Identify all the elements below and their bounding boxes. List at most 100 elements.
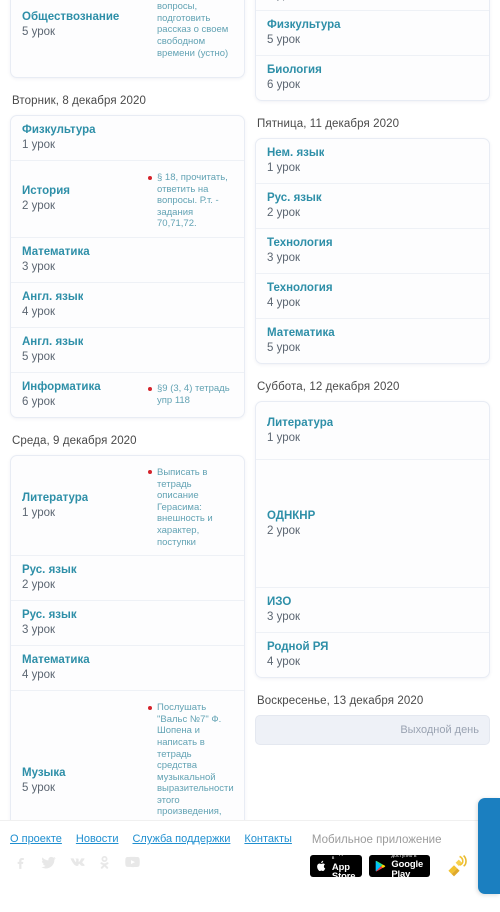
homework-text: §9 (3, 4) тетрадь упр 118 — [157, 383, 230, 406]
lesson-subject: Математика — [22, 245, 90, 258]
lesson-number: 4 урок — [267, 297, 301, 309]
schedule-column-right: География 4 урок Физкультура 5 урок — [255, 0, 490, 820]
lesson-main: Информатика 6 урок — [22, 380, 101, 410]
lesson-main: Математика 3 урок — [22, 245, 90, 275]
lesson-row[interactable]: Технология 4 урок — [256, 274, 489, 319]
day-card-tuesday: Физкультура 1 урок История 2 урок § 18, … — [10, 115, 245, 418]
lesson-main: Математика 4 урок — [22, 653, 90, 683]
site-footer: О проекте Новости Служба поддержки Конта… — [0, 820, 500, 912]
lesson-row[interactable]: Математика 3 урок — [11, 238, 244, 283]
lesson-number: 5 урок — [22, 350, 56, 363]
chat-support-tab[interactable] — [478, 798, 500, 894]
lesson-main: Обществознание 5 урок — [22, 10, 119, 40]
lesson-row[interactable]: Информатика 6 урок §9 (3, 4) тетрадь упр… — [11, 373, 244, 417]
lesson-row[interactable]: География 4 урок — [256, 0, 489, 11]
lesson-subject: Биология — [267, 64, 322, 76]
lesson-row[interactable]: Нем. язык 1 урок — [256, 139, 489, 184]
lesson-number: 5 урок — [22, 782, 56, 795]
lesson-number: 2 урок — [267, 524, 301, 537]
footer-links: О проекте Новости Служба поддержки Конта… — [10, 833, 292, 845]
facebook-icon[interactable] — [12, 854, 29, 871]
lesson-row[interactable]: Биология 6 урок — [256, 56, 489, 100]
lesson-main: Литература 1 урок — [267, 416, 333, 446]
google-play-big-label: Google Play — [391, 858, 424, 879]
award-ribbon-icon — [445, 854, 471, 878]
app-store-small-label: Загрузите в — [331, 850, 355, 861]
lesson-row[interactable]: Рус. язык 3 урок — [11, 601, 244, 647]
lesson-main: ОДНКНР 2 урок — [267, 509, 315, 539]
lesson-subject: Физкультура — [22, 124, 96, 136]
lesson-number: 2 урок — [22, 579, 56, 592]
lesson-main: Англ. язык 4 урок — [22, 290, 83, 320]
lesson-row[interactable]: Математика 5 урок — [256, 319, 489, 363]
lesson-subject: Литература — [22, 491, 89, 504]
day-group-sunday: Воскресенье, 13 декабря 2020 Выходной де… — [255, 694, 490, 745]
lesson-row[interactable]: Физкультура 5 урок — [256, 11, 489, 56]
lesson-subject: Литература — [267, 416, 334, 429]
footer-link-news[interactable]: Новости — [76, 833, 119, 845]
lesson-row[interactable]: Рус. язык 2 урок — [11, 556, 244, 602]
lesson-subject: История — [22, 184, 70, 197]
lesson-row[interactable]: ОДНКНР 2 урок — [256, 460, 489, 588]
day-card-thursday: География 4 урок Физкультура 5 урок — [255, 0, 490, 101]
lesson-row[interactable]: История 2 урок § 18, прочитать, ответить… — [11, 161, 244, 238]
mobile-app-title: Мобильное приложение — [311, 834, 442, 846]
footer-link-contacts[interactable]: Контакты — [244, 833, 292, 845]
lesson-row[interactable]: Рус. язык 2 урок — [256, 184, 489, 229]
lesson-subject: Англ. язык — [22, 335, 84, 348]
day-card-friday: Нем. язык 1 урок Рус. язык 2 урок Технол… — [255, 138, 490, 364]
day-group-thursday: География 4 урок Физкультура 5 урок — [255, 0, 490, 101]
lesson-subject: Математика — [267, 327, 335, 339]
lesson-row[interactable]: Англ. язык 4 урок — [11, 283, 244, 328]
google-play-icon — [374, 859, 387, 873]
lesson-row[interactable]: Обществознание 5 урок § 5, прочитать, от… — [11, 0, 244, 77]
lesson-subject: ОДНКНР — [267, 509, 316, 522]
lesson-number: 4 урок — [22, 669, 56, 682]
lesson-row[interactable]: Физкультура 1 урок — [11, 116, 244, 161]
footer-link-support[interactable]: Служба поддержки — [132, 833, 230, 845]
odnoklassniki-icon[interactable] — [96, 854, 113, 871]
youtube-icon[interactable] — [124, 854, 141, 871]
lesson-main: Родной РЯ 4 урок — [267, 640, 328, 670]
lesson-subject: ИЗО — [267, 596, 292, 608]
day-title: Вторник, 8 декабря 2020 — [12, 95, 146, 107]
day-group-friday: Пятница, 11 декабря 2020 Нем. язык 1 уро… — [255, 117, 490, 364]
lesson-number: 2 урок — [22, 199, 56, 212]
lesson-row[interactable]: Литература 1 урок — [256, 402, 489, 460]
lesson-number: 6 урок — [22, 395, 56, 408]
lesson-number: 1 урок — [22, 506, 56, 519]
day-card-saturday: Литература 1 урок ОДНКНР 2 урок ИЗО 3 ур… — [255, 401, 490, 678]
social-links — [10, 854, 292, 871]
lesson-row[interactable]: Литература 1 урок Выписать в тетрадь опи… — [11, 456, 244, 557]
google-play-button[interactable]: доступно в Google Play — [369, 853, 431, 879]
lesson-main: Рус. язык 2 урок — [22, 563, 77, 593]
lesson-row[interactable]: Математика 4 урок — [11, 646, 244, 692]
lesson-subject: Технология — [267, 237, 333, 249]
lesson-subject: Рус. язык — [267, 192, 322, 204]
weekend-label: Выходной день — [400, 724, 479, 736]
lesson-row[interactable]: Родной РЯ 4 урок — [256, 633, 489, 677]
day-group-monday: Обществознание 5 урок § 5, прочитать, от… — [10, 0, 245, 78]
day-title: Воскресенье, 13 декабря 2020 — [257, 695, 424, 707]
app-store-button[interactable]: Загрузите в App Store — [309, 850, 363, 880]
lesson-number: 3 урок — [22, 624, 56, 637]
lesson-number: 3 урок — [22, 260, 56, 273]
lesson-main: Рус. язык 2 урок — [267, 191, 322, 221]
lesson-number: 5 урок — [267, 34, 301, 46]
lesson-row[interactable]: ИЗО 3 урок — [256, 588, 489, 633]
lesson-row[interactable]: Технология 3 урок — [256, 229, 489, 274]
lesson-subject: Музыка — [22, 767, 66, 780]
lesson-row[interactable]: Англ. язык 5 урок — [11, 328, 244, 373]
lesson-number: 2 урок — [267, 207, 301, 219]
vk-icon[interactable] — [68, 854, 85, 871]
lesson-subject: Англ. язык — [22, 290, 84, 303]
footer-link-about[interactable]: О проекте — [10, 833, 62, 845]
lesson-subject: Рус. язык — [22, 564, 77, 577]
homework-dot-icon — [148, 470, 152, 475]
twitter-icon[interactable] — [40, 854, 57, 871]
lesson-number: 4 урок — [267, 656, 301, 668]
lesson-main: Музыка 5 урок — [22, 766, 66, 796]
lesson-subject: Рус. язык — [22, 609, 77, 622]
day-title: Среда, 9 декабря 2020 — [12, 434, 137, 447]
day-card-monday: Обществознание 5 урок § 5, прочитать, от… — [10, 0, 245, 78]
